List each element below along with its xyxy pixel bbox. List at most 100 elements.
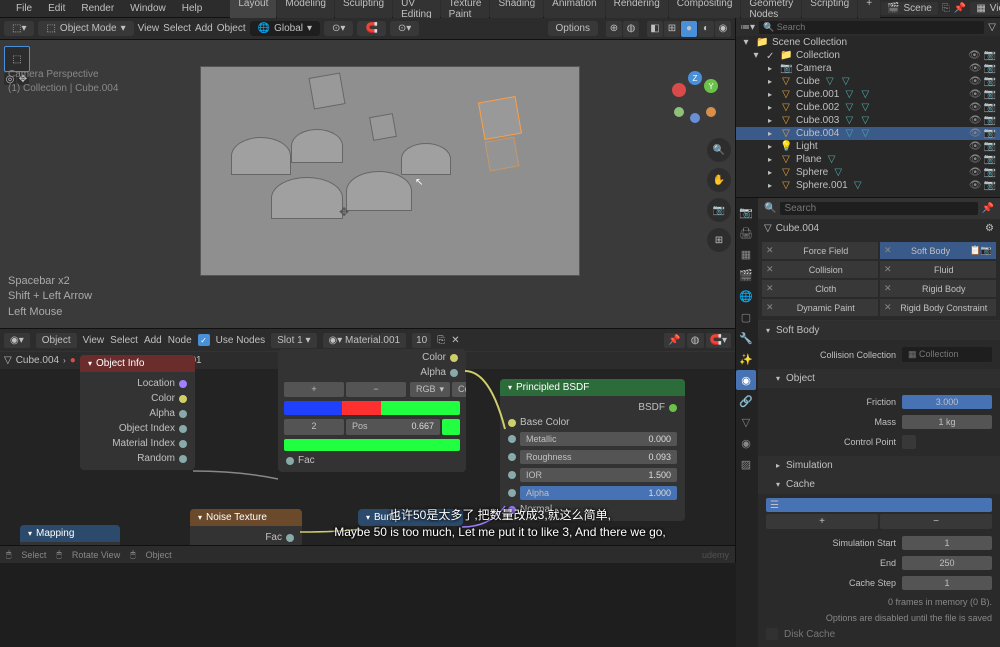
snap-toggle[interactable]: 🧲 — [357, 21, 385, 36]
tab-data[interactable]: ▽ — [736, 412, 756, 432]
slot-selector[interactable]: Slot 1 ▾ — [271, 333, 316, 348]
tab-world[interactable]: 🌐 — [736, 286, 756, 306]
proportional-toggle[interactable]: ⊙▾ — [390, 21, 419, 36]
material-new-icon[interactable]: ⎘ — [437, 335, 445, 346]
simstart-field[interactable]: 1 — [902, 536, 992, 550]
props-pin-icon[interactable]: 📌 — [982, 203, 994, 214]
viewport-3d[interactable]: ⬚▾ ⬚Object Mode▾ View Select Add Object … — [0, 18, 735, 328]
tab-render[interactable]: 📷 — [736, 202, 756, 222]
scene-selector[interactable]: 🎬Scene — [881, 2, 938, 15]
out-scene-collection[interactable]: ▾📁Scene Collection — [736, 36, 1000, 49]
menu-window[interactable]: Window — [122, 1, 174, 16]
physics-fluid[interactable]: ✕Fluid — [880, 261, 996, 278]
tab-scene[interactable]: 🎬 — [736, 265, 756, 285]
shader-editor-icon[interactable]: ◉▾ — [4, 333, 30, 348]
outliner-type-icon[interactable]: ≔▾ — [740, 22, 755, 33]
nodes-add[interactable]: Add — [144, 335, 162, 346]
mass-field[interactable]: 1 kg — [902, 415, 992, 429]
wireframe-icon[interactable]: ⊞ — [664, 21, 680, 37]
camera-icon[interactable]: 📷 — [707, 198, 731, 222]
tab-modifier[interactable]: 🔧 — [736, 328, 756, 348]
node-bump[interactable]: ▾Bump — [358, 509, 463, 526]
vp-menu-add[interactable]: Add — [195, 23, 213, 34]
outliner-item-cube[interactable]: ▸▽Cube▽▽👁📷 — [736, 75, 1000, 88]
physics-soft-body[interactable]: ✕Soft Body📋📷 — [880, 242, 996, 259]
path-object[interactable]: Cube.004 — [16, 355, 59, 366]
menu-edit[interactable]: Edit — [40, 1, 73, 16]
node-object-info[interactable]: ▾Object Info Location Color Alpha Object… — [80, 355, 195, 470]
orientation-selector[interactable]: 🌐Global▾ — [250, 21, 320, 36]
material-selector[interactable]: ◉▾ Material.001 — [323, 333, 407, 348]
physics-collision[interactable]: ✕Collision — [762, 261, 878, 278]
menu-help[interactable]: Help — [174, 1, 211, 16]
zoom-icon[interactable]: 🔍 — [707, 138, 731, 162]
panel-cache[interactable]: ▾Cache — [758, 475, 1000, 494]
physics-rigid-body-constraint[interactable]: ✕Rigid Body Constraint — [880, 299, 996, 316]
nodes-type[interactable]: Object — [36, 333, 77, 348]
scene-new-icon[interactable]: ⎘ — [942, 3, 950, 14]
outliner-item-cube-002[interactable]: ▸▽Cube.002▽▽👁📷 — [736, 101, 1000, 114]
overlay-toggle-icon[interactable]: ◍ — [623, 21, 639, 37]
outliner-item-sphere-001[interactable]: ▸▽Sphere.001▽👁📷 — [736, 179, 1000, 192]
cachestep-field[interactable]: 1 — [902, 576, 992, 590]
pan-icon[interactable]: ✋ — [707, 168, 731, 192]
outliner-item-cube-001[interactable]: ▸▽Cube.001▽▽👁📷 — [736, 88, 1000, 101]
simend-field[interactable]: 250 — [902, 556, 992, 570]
outliner-item-cube-003[interactable]: ▸▽Cube.003▽▽👁📷 — [736, 114, 1000, 127]
panel-simulation[interactable]: ▸Simulation — [758, 456, 1000, 475]
cache-remove-icon[interactable]: − — [880, 514, 992, 529]
outliner-item-plane[interactable]: ▸▽Plane▽👁📷 — [736, 153, 1000, 166]
nodes-select[interactable]: Select — [110, 335, 138, 346]
panel-object[interactable]: ▾Object — [758, 369, 1000, 388]
persp-icon[interactable]: ⊞ — [707, 228, 731, 252]
outliner-item-sphere[interactable]: ▸▽Sphere▽👁📷 — [736, 166, 1000, 179]
vp-menu-view[interactable]: View — [138, 23, 160, 34]
node-editor[interactable]: ◉▾ Object View Select Add Node ✓Use Node… — [0, 328, 735, 563]
tab-particle[interactable]: ✨ — [736, 349, 756, 369]
cache-entry-icon[interactable]: ☰ — [770, 500, 779, 511]
xray-icon[interactable]: ◧ — [647, 21, 663, 37]
matprev-icon[interactable]: ◐ — [698, 21, 714, 37]
node-color-ramp[interactable]: Color Alpha +−RGB▾Constant▾ 2Pos0.667 Fa… — [278, 349, 466, 472]
out-collection[interactable]: ▾✓📁Collection👁 📷 — [736, 49, 1000, 62]
friction-field[interactable]: 3.000 — [902, 395, 992, 409]
outliner-item-camera[interactable]: ▸📷Camera👁📷 — [736, 62, 1000, 75]
vp-menu-object[interactable]: Object — [217, 23, 246, 34]
editor-type-icon[interactable]: ⬚▾ — [4, 21, 34, 36]
menu-file[interactable]: File — [8, 1, 40, 16]
cache-add-icon[interactable]: + — [766, 514, 878, 529]
panel-softbody[interactable]: ▾Soft Body — [758, 321, 1000, 340]
vp-options[interactable]: Options — [548, 21, 598, 36]
outliner-item-light[interactable]: ▸💡Light👁📷 — [736, 140, 1000, 153]
menu-render[interactable]: Render — [73, 1, 122, 16]
tab-physics[interactable]: ◉ — [736, 370, 756, 390]
physics-force-field[interactable]: ✕Force Field — [762, 242, 878, 259]
node-principled-bsdf[interactable]: ▾Principled BSDF BSDF Base Color Metalli… — [500, 379, 685, 521]
props-options-icon[interactable]: ⚙ — [985, 223, 994, 234]
use-nodes-check[interactable]: ✓ — [198, 334, 210, 346]
scene-pin-icon[interactable]: 📌 — [954, 3, 966, 14]
tab-texture[interactable]: ▨ — [736, 454, 756, 474]
outliner-search[interactable]: 🔍 Search — [759, 21, 984, 34]
tab-object[interactable]: ▢ — [736, 307, 756, 327]
tab-material[interactable]: ◉ — [736, 433, 756, 453]
nodes-node[interactable]: Node — [168, 335, 192, 346]
physics-cloth[interactable]: ✕Cloth — [762, 280, 878, 297]
tab-viewlayer[interactable]: ▦ — [736, 244, 756, 264]
tab-output[interactable]: 🖨 — [736, 223, 756, 243]
props-search[interactable]: Search — [780, 202, 977, 215]
vp-menu-select[interactable]: Select — [163, 23, 191, 34]
material-users[interactable]: 10 — [412, 333, 431, 348]
nodes-snap-icon[interactable]: 🧲▾ — [706, 333, 731, 348]
outliner-filter-icon[interactable]: ▽ — [988, 22, 996, 33]
solid-icon[interactable]: ● — [681, 21, 697, 37]
gizmo-toggle-icon[interactable]: ⊕ — [606, 21, 622, 37]
ctrlpt-check[interactable] — [902, 435, 916, 449]
physics-dynamic-paint[interactable]: ✕Dynamic Paint — [762, 299, 878, 316]
viewlayer-selector[interactable]: ▦ViewLayer — [970, 2, 1000, 15]
pin-icon[interactable]: 📌 — [664, 333, 684, 348]
material-unlink-icon[interactable]: ✕ — [451, 335, 459, 346]
nodes-view[interactable]: View — [83, 335, 105, 346]
mode-selector[interactable]: ⬚Object Mode▾ — [38, 21, 133, 36]
outliner[interactable]: ≔▾ 🔍 Search ▽ ▾📁Scene Collection ▾✓📁Coll… — [736, 18, 1000, 198]
